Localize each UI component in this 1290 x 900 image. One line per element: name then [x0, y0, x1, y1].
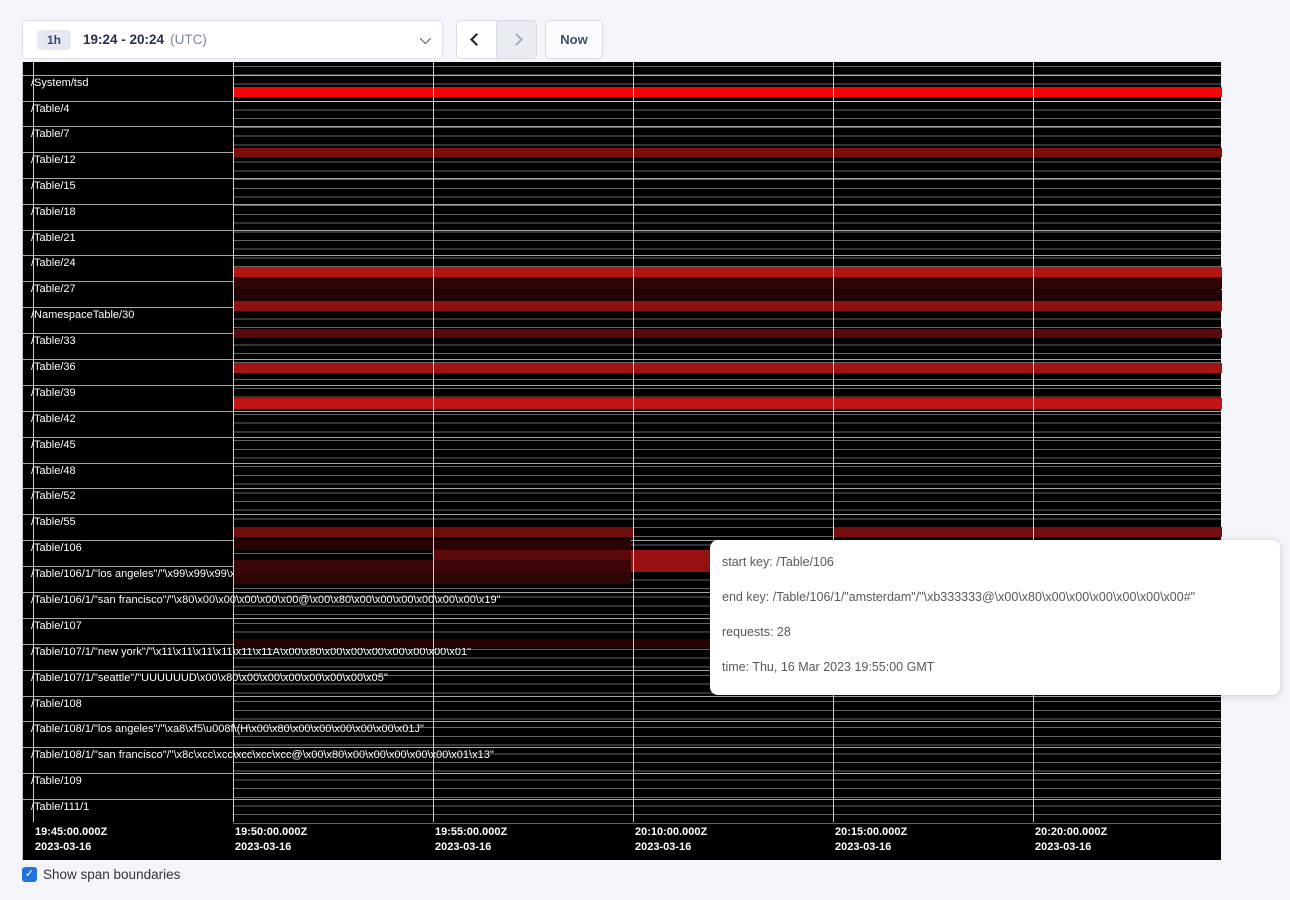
tooltip-time: time: Thu, 16 Mar 2023 19:55:00 GMT: [722, 660, 1268, 674]
time-gridline: [833, 62, 834, 822]
prev-time-button[interactable]: [457, 21, 496, 58]
axis-tick-time: 20:10:00.000Z: [633, 825, 707, 840]
time-gridlines-layer: [23, 62, 1221, 860]
time-gridline: [233, 62, 234, 822]
tooltip-requests: requests: 28: [722, 625, 1268, 639]
time-gridline: [33, 62, 34, 822]
show-span-boundaries-checkbox[interactable]: ✓: [22, 867, 37, 882]
time-gridline: [1033, 62, 1034, 822]
axis-tick: 19:50:00.000Z2023-03-16: [233, 825, 307, 855]
time-gridline: [633, 62, 634, 822]
axis-tick-date: 2023-03-16: [233, 840, 307, 855]
footer-controls: ✓ Show span boundaries: [22, 867, 180, 882]
axis-tick-time: 19:55:00.000Z: [433, 825, 507, 840]
now-button[interactable]: Now: [545, 20, 603, 59]
chevron-down-icon: [420, 32, 431, 43]
axis-tick: 20:15:00.000Z2023-03-16: [833, 825, 907, 855]
axis-tick: 19:55:00.000Z2023-03-16: [433, 825, 507, 855]
axis-tick: 20:10:00.000Z2023-03-16: [633, 825, 707, 855]
axis-tick-time: 20:15:00.000Z: [833, 825, 907, 840]
tooltip-end-key: end key: /Table/106/1/"amsterdam"/"\xb33…: [722, 590, 1268, 604]
axis-tick-date: 2023-03-16: [833, 840, 907, 855]
chevron-right-icon: [510, 33, 523, 46]
time-range-text: 19:24 - 20:24: [83, 32, 164, 47]
key-visualizer-heatmap[interactable]: /System/tsd/Table/4/Table/7/Table/12/Tab…: [22, 62, 1221, 860]
show-span-boundaries-label: Show span boundaries: [43, 867, 180, 882]
axis-tick-time: 20:20:00.000Z: [1033, 825, 1107, 840]
span-tooltip: start key: /Table/106 end key: /Table/10…: [710, 540, 1280, 695]
axis-tick-date: 2023-03-16: [1033, 840, 1107, 855]
axis-tick-time: 19:45:00.000Z: [33, 825, 107, 840]
time-range-select[interactable]: 1h 19:24 - 20:24 (UTC): [22, 20, 443, 59]
time-gridline: [433, 62, 434, 822]
time-nav-group: [456, 20, 537, 59]
next-time-button[interactable]: [496, 21, 536, 58]
axis-tick-date: 2023-03-16: [633, 840, 707, 855]
time-preset-badge: 1h: [37, 30, 71, 50]
axis-tick-date: 2023-03-16: [33, 840, 107, 855]
axis-tick-time: 19:50:00.000Z: [233, 825, 307, 840]
timezone-text: (UTC): [170, 32, 207, 47]
axis-tick: 20:20:00.000Z2023-03-16: [1033, 825, 1107, 855]
axis-tick-date: 2023-03-16: [433, 840, 507, 855]
tooltip-start-key: start key: /Table/106: [722, 555, 1268, 569]
axis-tick: 19:45:00.000Z2023-03-16: [33, 825, 107, 855]
chevron-left-icon: [470, 33, 483, 46]
